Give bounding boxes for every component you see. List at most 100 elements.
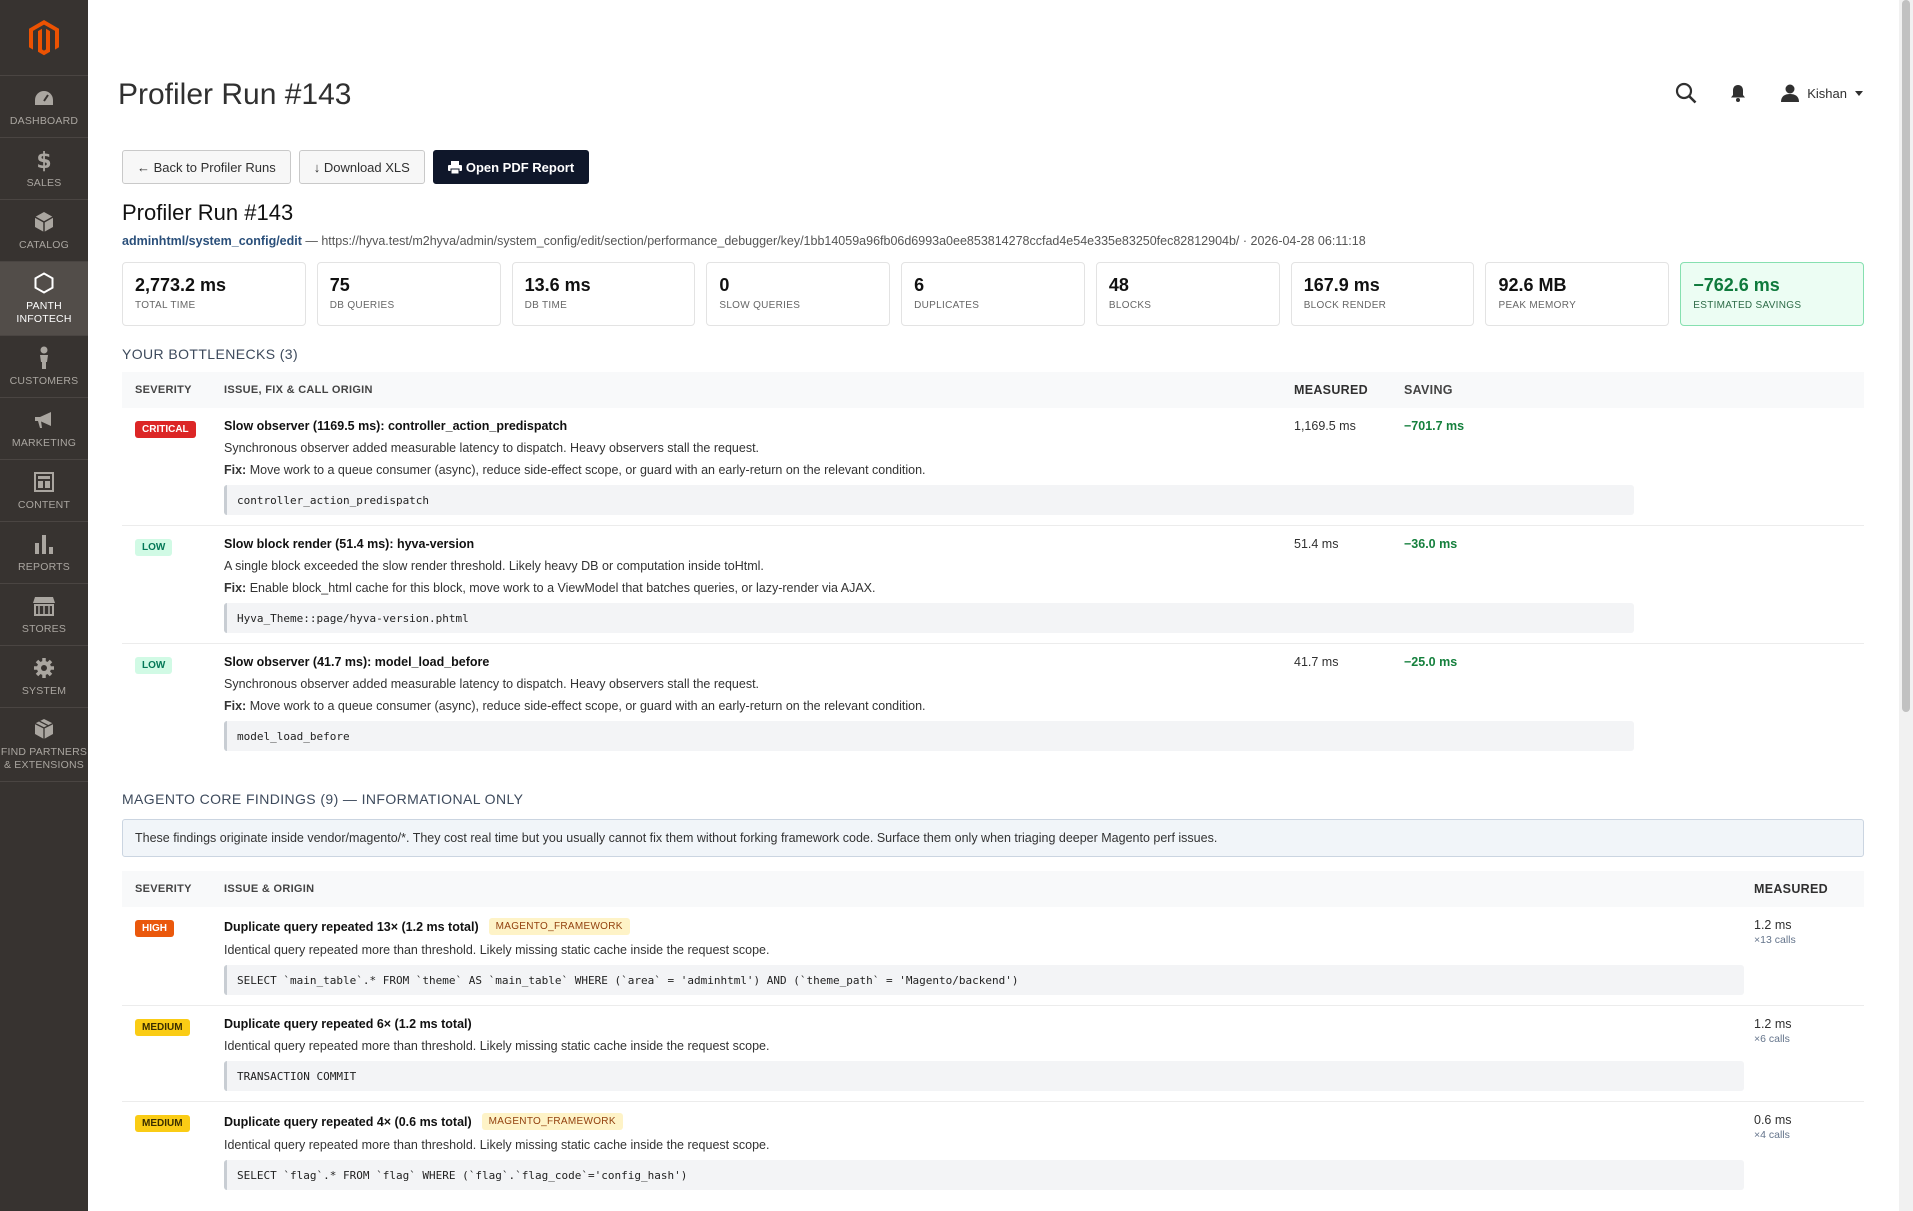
stat-card: 75 DB QUERIES bbox=[316, 262, 501, 326]
scrollbar-thumb[interactable] bbox=[1902, 0, 1910, 712]
nav-content[interactable]: CONTENT bbox=[0, 460, 88, 522]
gear-icon bbox=[32, 656, 56, 680]
run-meta: adminhtml/system_config/edit — https://h… bbox=[122, 234, 1864, 248]
measured-value: 51.4 ms bbox=[1294, 537, 1339, 551]
run-path: adminhtml/system_config/edit bbox=[122, 234, 302, 248]
stat-value: 0 bbox=[719, 275, 730, 295]
back-button[interactable]: ← Back to Profiler Runs bbox=[122, 150, 291, 184]
severity-badge: LOW bbox=[135, 657, 173, 674]
bottlenecks-heading: YOUR BOTTLENECKS (3) bbox=[122, 346, 299, 362]
fix-text: Move work to a queue consumer (async), r… bbox=[246, 463, 926, 477]
nav-stores[interactable]: STORES bbox=[0, 584, 88, 646]
bar-chart-icon bbox=[32, 532, 56, 556]
severity-badge: CRITICAL bbox=[135, 421, 196, 438]
nav-label: SALES bbox=[26, 176, 62, 189]
query-code: SELECT `main_table`.* FROM `theme` AS `m… bbox=[224, 965, 1744, 995]
table-row: MEDIUM Duplicate query repeated 6× (1.2 … bbox=[122, 1006, 1864, 1102]
fix-text: Enable block_html cache for this block, … bbox=[246, 581, 876, 595]
bell-icon[interactable] bbox=[1725, 80, 1751, 106]
core-findings-table: SEVERITY ISSUE & ORIGIN MEASURED HIGH Du… bbox=[122, 871, 1864, 1200]
col-saving: SAVING bbox=[1404, 383, 1453, 397]
table-row: CRITICAL Slow observer (1169.5 ms): cont… bbox=[122, 408, 1864, 526]
nav-find-partners[interactable]: FIND PARTNERS & EXTENSIONS bbox=[0, 708, 88, 782]
page-scrollbar[interactable] bbox=[1899, 0, 1913, 1211]
nav-label: CATALOG bbox=[18, 238, 70, 251]
issue-fix: Fix: Move work to a queue consumer (asyn… bbox=[224, 463, 1294, 477]
col-severity: SEVERITY bbox=[135, 883, 192, 895]
stat-value: 6 bbox=[914, 275, 925, 295]
cubes-icon bbox=[32, 717, 56, 741]
page-title: Profiler Run #143 bbox=[118, 78, 352, 111]
stat-label: SLOW QUERIES bbox=[719, 300, 801, 311]
stat-value: 2,773.2 ms bbox=[135, 275, 227, 295]
call-count: ×6 calls bbox=[1754, 1033, 1790, 1045]
issue-title: Duplicate query repeated 13× (1.2 ms tot… bbox=[224, 919, 479, 934]
issue-description: Synchronous observer added measurable la… bbox=[224, 677, 760, 691]
action-buttons: ← Back to Profiler Runs ↓ Download XLS O… bbox=[122, 150, 597, 184]
core-findings-heading: MAGENTO CORE FINDINGS (9) — INFORMATIONA… bbox=[122, 791, 524, 807]
megaphone-icon bbox=[32, 408, 56, 432]
measured-value: 1,169.5 ms bbox=[1294, 419, 1356, 433]
header-actions: Kishan bbox=[1647, 80, 1863, 106]
table-row: MEDIUM Duplicate query repeated 4× (0.6 … bbox=[122, 1102, 1864, 1200]
issue-title: Duplicate query repeated 4× (0.6 ms tota… bbox=[224, 1114, 472, 1129]
query-code: SELECT `flag`.* FROM `flag` WHERE (`flag… bbox=[224, 1160, 1744, 1190]
search-icon[interactable] bbox=[1673, 80, 1699, 106]
nav-marketing[interactable]: MARKETING bbox=[0, 398, 88, 460]
measured-value: 41.7 ms bbox=[1294, 655, 1339, 669]
nav-catalog[interactable]: CATALOG bbox=[0, 200, 88, 262]
printer-icon bbox=[447, 160, 462, 174]
open-pdf-button[interactable]: Open PDF Report bbox=[432, 150, 590, 184]
stat-value: 92.6 MB bbox=[1498, 275, 1567, 295]
issue-description: Identical query repeated more than thres… bbox=[224, 1138, 770, 1152]
stat-value: 48 bbox=[1108, 275, 1129, 295]
stat-label: DB TIME bbox=[524, 300, 568, 311]
nav-system[interactable]: SYSTEM bbox=[0, 646, 88, 708]
open-pdf-label: Open PDF Report bbox=[465, 159, 575, 175]
nav-reports[interactable]: REPORTS bbox=[0, 522, 88, 584]
user-icon bbox=[1781, 84, 1800, 102]
stat-value: 13.6 ms bbox=[524, 275, 591, 295]
person-icon bbox=[32, 346, 56, 370]
magento-logo-icon bbox=[29, 19, 59, 55]
nav-label: DASHBOARD bbox=[9, 114, 79, 127]
stat-label: DUPLICATES bbox=[914, 300, 980, 311]
fix-text: Move work to a queue consumer (async), r… bbox=[246, 699, 926, 713]
call-count: ×4 calls bbox=[1754, 1129, 1790, 1141]
col-issue-origin: ISSUE & ORIGIN bbox=[224, 883, 315, 895]
issue-fix: Fix: Enable block_html cache for this bl… bbox=[224, 581, 1294, 595]
user-menu[interactable]: Kishan bbox=[1781, 84, 1863, 102]
table-row: LOW Slow observer (41.7 ms): model_load_… bbox=[122, 644, 1864, 761]
core-findings-note: These findings originate inside vendor/m… bbox=[122, 819, 1864, 857]
stat-value: 75 bbox=[329, 275, 350, 295]
run-url-timestamp: — https://hyva.test/m2hyva/admin/system_… bbox=[301, 234, 1366, 248]
stat-value: 167.9 ms bbox=[1303, 275, 1380, 295]
svg-text:$: $ bbox=[36, 149, 51, 172]
stat-card-savings: −762.6 ms ESTIMATED SAVINGS bbox=[1680, 262, 1865, 326]
dashboard-icon bbox=[32, 86, 56, 110]
nav-customers[interactable]: CUSTOMERS bbox=[0, 336, 88, 398]
stat-card: 48 BLOCKS bbox=[1095, 262, 1280, 326]
issue-description: Identical query repeated more than thres… bbox=[224, 943, 770, 957]
nav-sales[interactable]: $ SALES bbox=[0, 138, 88, 200]
severity-badge: MEDIUM bbox=[135, 1115, 190, 1132]
stat-card: 0 SLOW QUERIES bbox=[706, 262, 891, 326]
issue-title: Slow observer (41.7 ms): model_load_befo… bbox=[224, 655, 490, 669]
stat-label: ESTIMATED SAVINGS bbox=[1693, 300, 1802, 311]
stat-card: 6 DUPLICATES bbox=[901, 262, 1085, 326]
stat-label: TOTAL TIME bbox=[135, 300, 196, 311]
issue-description: Identical query repeated more than thres… bbox=[224, 1039, 770, 1053]
nav-panth-infotech[interactable]: PANTH INFOTECH bbox=[0, 262, 88, 336]
admin-sidebar: DASHBOARD $ SALES CATALOG PANTH INFOTECH… bbox=[0, 0, 88, 1211]
magento-logo[interactable] bbox=[0, 0, 88, 76]
saving-value: −25.0 ms bbox=[1404, 655, 1458, 669]
fix-label: Fix: bbox=[224, 699, 247, 713]
download-xls-button[interactable]: ↓ Download XLS bbox=[298, 150, 425, 184]
stat-card: 2,773.2 ms TOTAL TIME bbox=[122, 262, 306, 326]
issue-description: Synchronous observer added measurable la… bbox=[224, 441, 760, 455]
layout-icon bbox=[32, 470, 56, 494]
nav-dashboard[interactable]: DASHBOARD bbox=[0, 76, 88, 138]
nav-label: CUSTOMERS bbox=[9, 374, 79, 387]
stat-label: BLOCK RENDER bbox=[1303, 300, 1387, 311]
saving-value: −36.0 ms bbox=[1404, 537, 1458, 551]
